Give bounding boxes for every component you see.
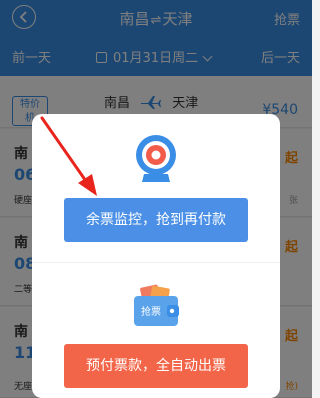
prepay-auto-ticket-button[interactable]: 预付票款，全自动出票	[64, 344, 248, 388]
ticket-option-dialog: 余票监控，抢到再付款 抢票 预付票款，全自动出票	[32, 114, 280, 398]
monitor-camera-icon	[136, 135, 176, 182]
dialog-divider	[32, 262, 280, 263]
wallet-icon: 抢票	[134, 284, 179, 326]
ticket-monitor-button[interactable]: 余票监控，抢到再付款	[64, 198, 248, 242]
wallet-icon-text: 抢票	[141, 305, 161, 318]
